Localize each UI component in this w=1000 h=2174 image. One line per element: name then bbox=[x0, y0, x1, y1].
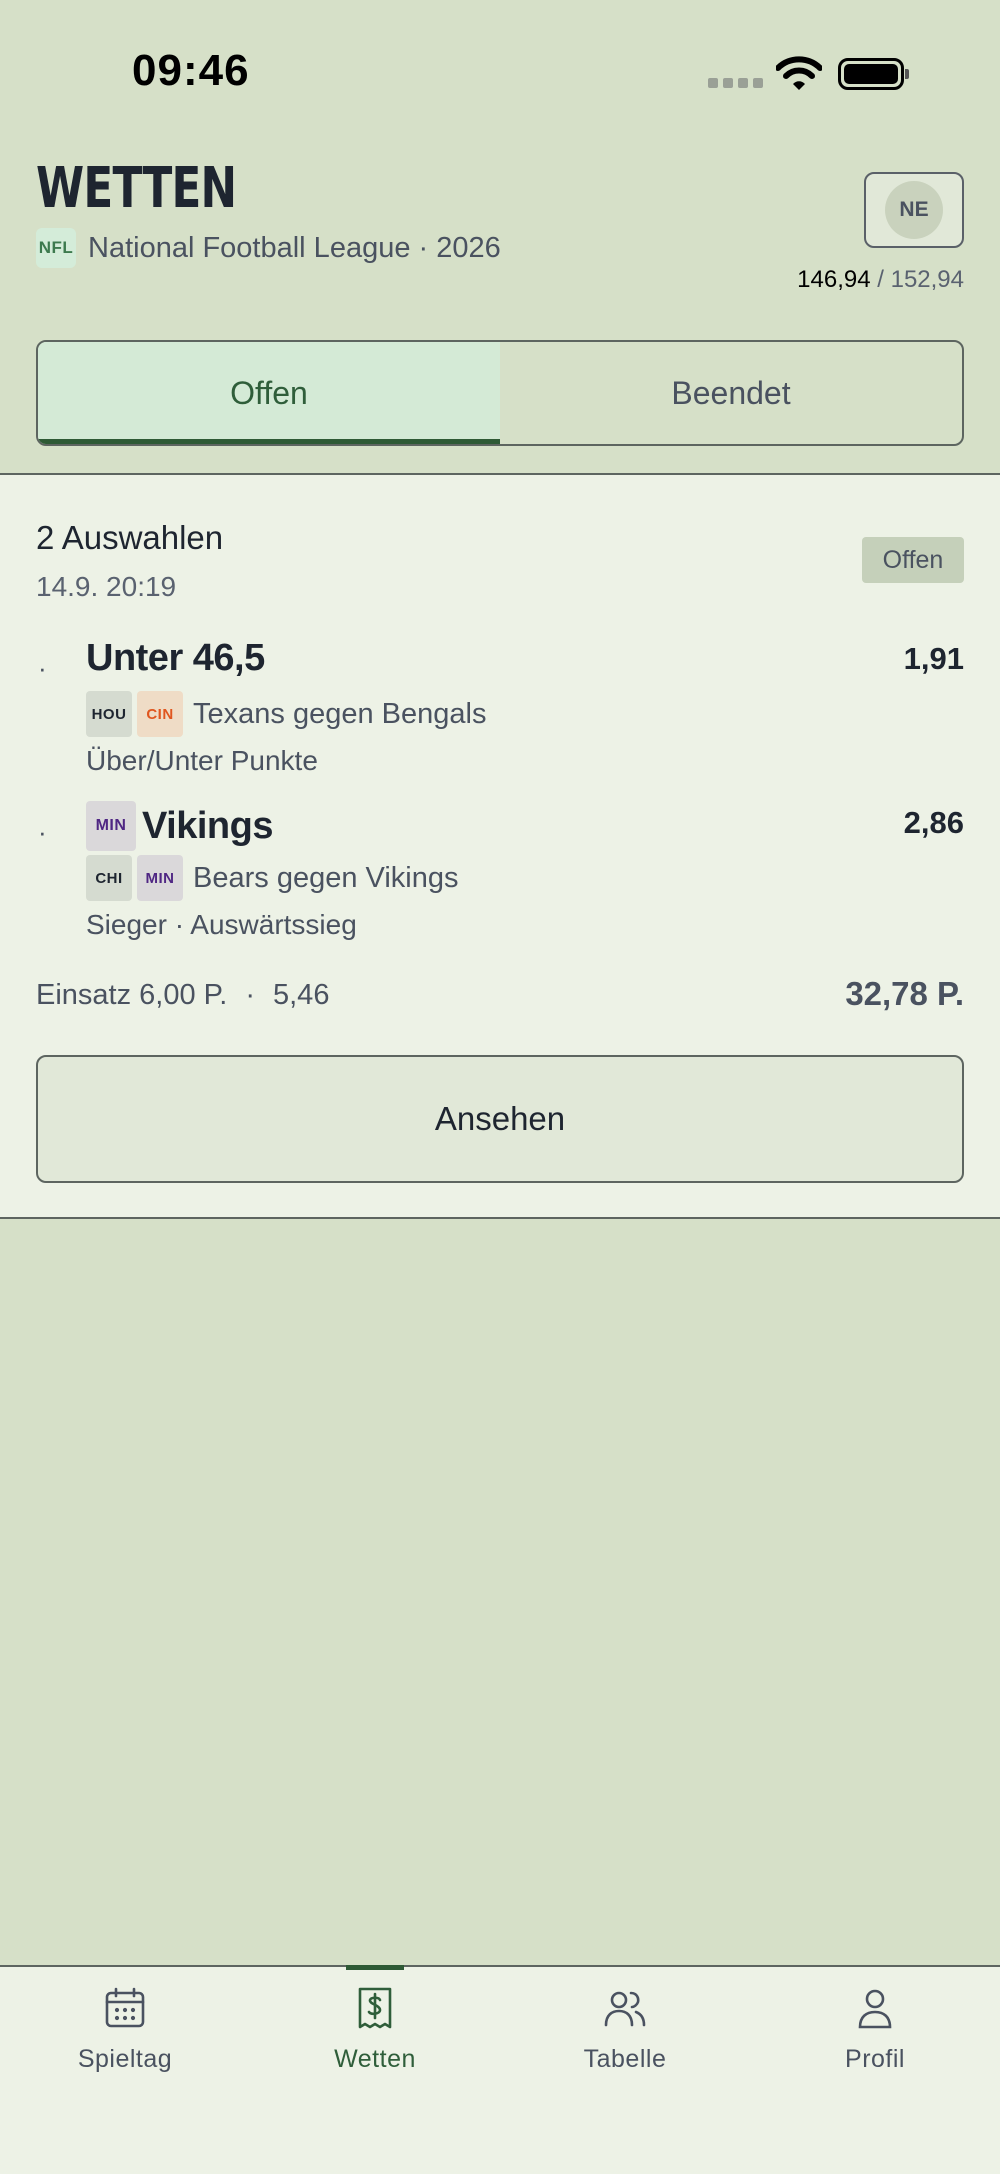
team-logo-min: MIN bbox=[137, 855, 183, 901]
view-bet-button[interactable]: Ansehen bbox=[36, 1055, 964, 1183]
wifi-icon bbox=[776, 56, 822, 90]
selection-odds: 1,91 bbox=[903, 641, 964, 676]
nav-item-wetten[interactable]: Wetten bbox=[250, 1967, 500, 2174]
avatar: NE bbox=[885, 181, 943, 239]
nav-label: Spieltag bbox=[77, 2045, 173, 2073]
nav-item-spieltag[interactable]: Spieltag bbox=[0, 1967, 250, 2174]
points-balance: 146,94 / 152,94 bbox=[797, 266, 964, 294]
selection-market: Sieger · Auswärtssieg bbox=[86, 909, 357, 940]
nav-label: Tabelle bbox=[583, 2045, 667, 2073]
user-icon bbox=[858, 1989, 892, 2029]
team-logo-cin: CIN bbox=[137, 691, 183, 737]
nav-item-profil[interactable]: Profil bbox=[750, 1967, 1000, 2174]
bet-card: 2 Auswahlen 14.9. 20:19 Offen · Unter 46… bbox=[0, 473, 1000, 1219]
total-odds: 5,46 bbox=[273, 979, 330, 1011]
league-info: NFL National Football League · 2026 bbox=[36, 228, 501, 268]
users-icon bbox=[604, 1991, 646, 2027]
battery-icon bbox=[838, 58, 909, 90]
nav-label: Wetten bbox=[334, 2045, 416, 2073]
stake: Einsatz 6,00 P. bbox=[36, 979, 228, 1011]
calendar-icon bbox=[105, 1987, 145, 2028]
team-logo-min: MIN bbox=[86, 801, 136, 851]
tab-offen[interactable]: Offen bbox=[38, 342, 500, 444]
status-time: 09:46 bbox=[132, 46, 250, 95]
selection-match: Texans gegen Bengals bbox=[193, 697, 487, 730]
team-logo-hou: HOU bbox=[86, 691, 132, 737]
points-current: 146,94 bbox=[797, 266, 871, 293]
bottom-nav: Spieltag Wetten Tabelle Profil bbox=[0, 1965, 1000, 2174]
bet-status-tabs: Offen Beendet bbox=[36, 340, 964, 446]
page-title: WETTEN bbox=[36, 156, 237, 221]
nav-item-tabelle[interactable]: Tabelle bbox=[500, 1967, 750, 2174]
separator: · bbox=[245, 979, 255, 1011]
bet-title: 2 Auswahlen bbox=[36, 519, 224, 556]
league-badge: NFL bbox=[36, 228, 76, 268]
selection-market: Über/Unter Punkte bbox=[86, 745, 318, 776]
selection-title: Vikings bbox=[142, 804, 273, 847]
receipt-dollar-icon bbox=[358, 1987, 392, 2029]
bet-summary: Einsatz 6,00 P. · 5,46 bbox=[36, 979, 329, 1012]
points-separator: / bbox=[877, 266, 891, 293]
cellular-signal-icon bbox=[708, 78, 763, 88]
bullet: · bbox=[38, 817, 47, 847]
league-text: National Football League · 2026 bbox=[88, 231, 501, 264]
status-badge: Offen bbox=[862, 537, 964, 583]
status-bar: 09:46 bbox=[0, 0, 1000, 150]
bet-date: 14.9. 20:19 bbox=[36, 571, 177, 602]
points-total: 152,94 bbox=[890, 266, 964, 293]
team-logo-chi: CHI bbox=[86, 855, 132, 901]
bullet: · bbox=[38, 653, 47, 683]
selection-title: Unter 46,5 bbox=[86, 637, 265, 679]
selection-odds: 2,86 bbox=[903, 805, 964, 840]
selection-match: Bears gegen Vikings bbox=[193, 861, 459, 894]
potential-payout: 32,78 P. bbox=[845, 975, 964, 1012]
tab-beendet[interactable]: Beendet bbox=[500, 342, 962, 444]
profile-avatar-button[interactable]: NE bbox=[864, 172, 964, 248]
nav-label: Profil bbox=[845, 2045, 905, 2073]
